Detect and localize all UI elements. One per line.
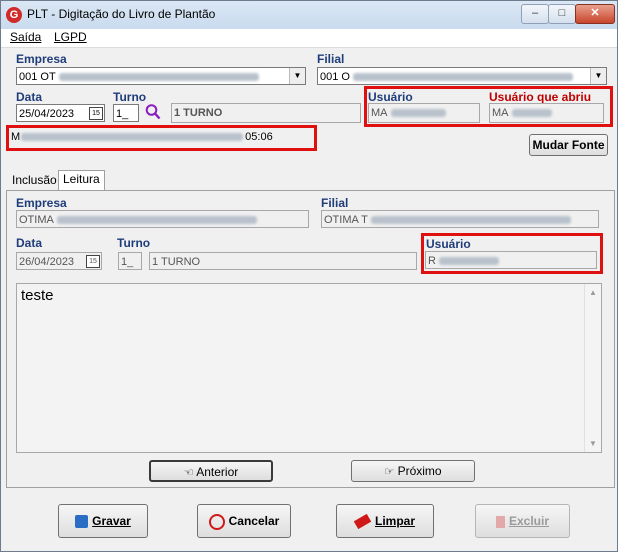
main-window: G PLT - Digitação do Livro de Plantão – … bbox=[0, 0, 618, 552]
anterior-button[interactable]: ☜ Anterior bbox=[149, 460, 273, 482]
empresa-combo[interactable]: 001 OT ▼ bbox=[16, 67, 306, 85]
save-icon bbox=[75, 515, 89, 529]
anterior-label: Anterior bbox=[196, 465, 239, 479]
tab-leitura[interactable]: Leitura bbox=[58, 170, 105, 190]
leitura-turno-desc: 1 TURNO bbox=[149, 252, 417, 270]
leitura-empresa-field: OTIMA bbox=[16, 210, 309, 228]
leitura-calendar-icon: 15 bbox=[86, 255, 100, 268]
calendar-icon[interactable]: 15 bbox=[89, 107, 103, 120]
minimize-button[interactable]: – bbox=[521, 4, 549, 24]
filial-value: 001 O bbox=[320, 71, 350, 83]
excluir-button[interactable]: Excluir bbox=[475, 504, 570, 538]
title-bar: G PLT - Digitação do Livro de Plantão – … bbox=[1, 1, 617, 29]
leitura-memo[interactable]: teste ▲ ▼ bbox=[16, 283, 602, 453]
memo-scrollbar[interactable]: ▲ ▼ bbox=[584, 284, 601, 452]
status-highlight-box bbox=[6, 125, 317, 151]
search-icon[interactable] bbox=[145, 103, 161, 121]
proximo-label: Próximo bbox=[397, 464, 442, 478]
scroll-down-icon[interactable]: ▼ bbox=[585, 439, 601, 448]
trash-icon bbox=[495, 515, 505, 528]
hand-left-icon: ☜ bbox=[183, 467, 194, 479]
turno-desc-field: 1 TURNO bbox=[171, 103, 361, 123]
leitura-usuario-highlight-box bbox=[421, 233, 603, 274]
turno-label: Turno bbox=[113, 90, 147, 104]
menu-bar: Saída LGPD bbox=[1, 29, 617, 48]
filial-dropdown-icon[interactable]: ▼ bbox=[590, 68, 606, 84]
scroll-up-icon[interactable]: ▲ bbox=[585, 288, 601, 297]
cancelar-button[interactable]: Cancelar bbox=[197, 504, 291, 538]
filial-label: Filial bbox=[317, 52, 345, 66]
leitura-empresa-label: Empresa bbox=[16, 196, 67, 210]
menu-saida[interactable]: Saída bbox=[10, 30, 41, 44]
leitura-filial-label: Filial bbox=[321, 196, 349, 210]
data-label: Data bbox=[16, 90, 43, 104]
gravar-button[interactable]: Gravar bbox=[58, 504, 148, 538]
proximo-button[interactable]: ☞ Próximo bbox=[351, 460, 475, 482]
leitura-data-label: Data bbox=[16, 236, 43, 250]
leitura-data-field: 26/04/2023 15 bbox=[16, 252, 102, 270]
menu-lgpd[interactable]: LGPD bbox=[54, 30, 87, 44]
cancel-icon bbox=[208, 513, 225, 530]
usuario-highlight-box bbox=[364, 86, 613, 127]
mudar-fonte-button[interactable]: Mudar Fonte bbox=[529, 134, 608, 156]
empresa-value: 001 OT bbox=[19, 71, 56, 83]
hand-right-icon: ☞ bbox=[384, 466, 395, 478]
turno-code-field[interactable]: 1_ bbox=[113, 104, 139, 122]
leitura-turno-label: Turno bbox=[117, 236, 151, 250]
limpar-button[interactable]: Limpar bbox=[336, 504, 434, 538]
app-logo-icon: G bbox=[6, 7, 22, 23]
data-field[interactable]: 25/04/2023 15 bbox=[16, 104, 105, 122]
empresa-dropdown-icon[interactable]: ▼ bbox=[289, 68, 305, 84]
leitura-turno-code: 1_ bbox=[118, 252, 142, 270]
tab-strip: Inclusão Leitura bbox=[1, 169, 617, 191]
empresa-label: Empresa bbox=[16, 52, 67, 66]
close-button[interactable]: ✕ bbox=[575, 4, 615, 24]
window-title: PLT - Digitação do Livro de Plantão bbox=[27, 7, 216, 21]
data-value: 25/04/2023 bbox=[19, 108, 75, 120]
tab-inclusao[interactable]: Inclusão bbox=[8, 172, 61, 189]
memo-text: teste bbox=[21, 287, 54, 304]
eraser-icon bbox=[353, 514, 372, 530]
leitura-filial-field: OTIMA T bbox=[321, 210, 599, 228]
filial-combo[interactable]: 001 O ▼ bbox=[317, 67, 607, 85]
maximize-button[interactable]: □ bbox=[548, 4, 576, 24]
